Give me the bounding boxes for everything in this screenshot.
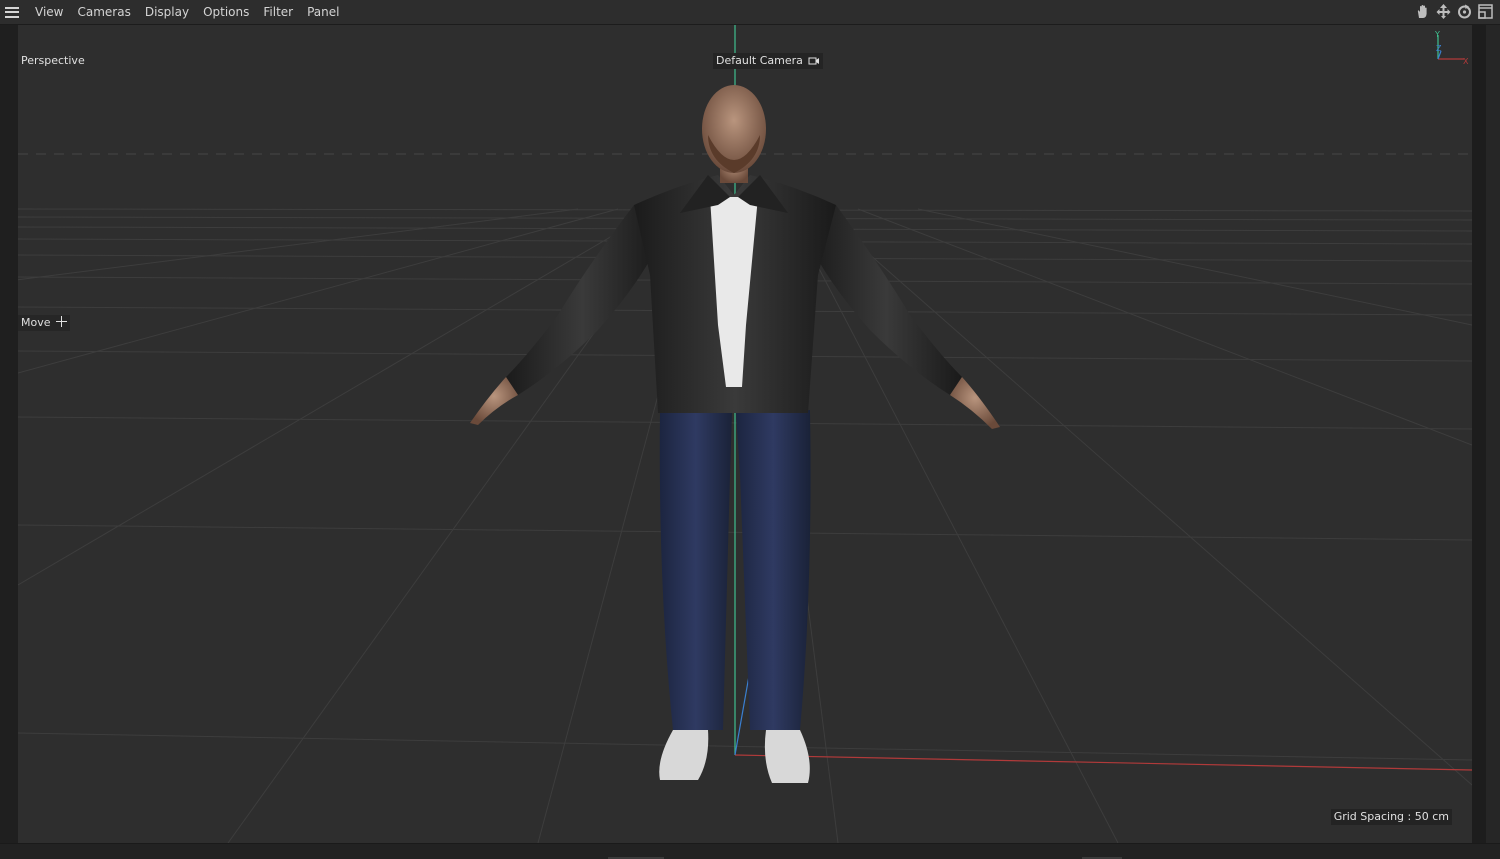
hand-pan-icon[interactable] <box>1414 3 1431 20</box>
menu-filter[interactable]: Filter <box>256 0 300 24</box>
menu-display[interactable]: Display <box>138 0 196 24</box>
active-tool-indicator: Move <box>18 315 70 331</box>
maximize-panel-icon[interactable] <box>1477 3 1494 20</box>
3d-viewport[interactable]: Perspective Default Camera Move Y Z X Gr… <box>18 25 1472 843</box>
axis-x-label: X <box>1463 57 1469 66</box>
menu-bar: View Cameras Display Options Filter Pane… <box>0 0 1500 25</box>
axis-y-label: Y <box>1434 30 1440 39</box>
left-gutter <box>0 25 18 843</box>
menu-options[interactable]: Options <box>196 0 256 24</box>
menu-view[interactable]: View <box>27 0 70 24</box>
rotate-icon[interactable] <box>1456 3 1473 20</box>
axis-gizmo: Y Z X <box>1434 30 1469 66</box>
hamburger-menu-icon[interactable] <box>5 6 19 18</box>
move-crosshair-icon <box>56 316 67 327</box>
camera-icon <box>808 57 820 65</box>
menu-cameras[interactable]: Cameras <box>70 0 137 24</box>
viewport-navigation-icons <box>1414 3 1494 20</box>
axis-z-label: Z <box>1436 44 1442 53</box>
move-arrows-icon[interactable] <box>1435 3 1452 20</box>
tool-label: Move <box>21 316 51 329</box>
viewport-scene <box>18 25 1472 843</box>
right-gutter <box>1472 25 1500 843</box>
grid-spacing-label: Grid Spacing : 50 cm <box>1330 809 1452 825</box>
camera-label: Default Camera <box>716 54 803 67</box>
bottom-status-strip <box>0 843 1500 859</box>
x-axis-line <box>734 754 1472 771</box>
menu-panel[interactable]: Panel <box>300 0 346 24</box>
projection-label[interactable]: Perspective <box>18 53 88 69</box>
camera-selector[interactable]: Default Camera <box>713 53 824 69</box>
